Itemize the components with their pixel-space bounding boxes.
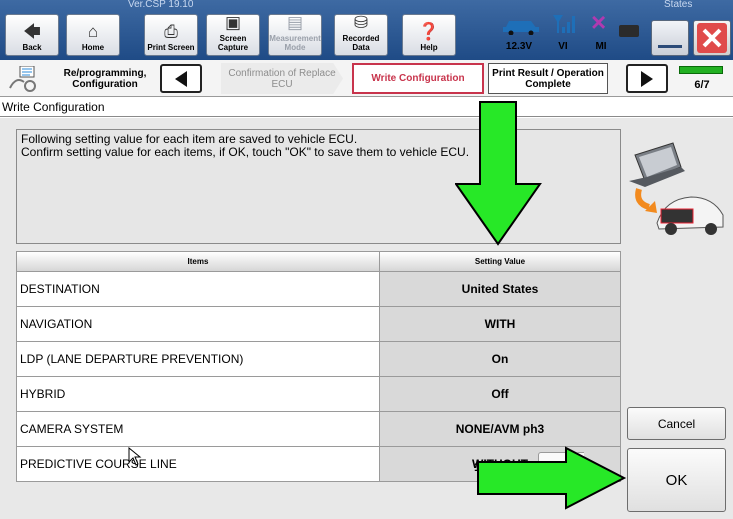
row-item: PREDICTIVE COURSE LINE	[17, 447, 380, 481]
row-item: HYBRID	[17, 377, 380, 411]
pager-text: 1/2	[474, 460, 491, 474]
back-button[interactable]: 🡄 Back	[5, 14, 59, 56]
minimize-button[interactable]	[651, 20, 689, 56]
print-screen-button[interactable]: ⎙ Print Screen	[144, 14, 198, 56]
row-item: DESTINATION	[17, 272, 380, 306]
triangle-right-icon	[641, 70, 653, 87]
back-arrow-icon: 🡄	[23, 22, 41, 41]
measurement-mode-label: Measurement Mode	[269, 34, 321, 52]
measurement-mode-button[interactable]: ▤ Measurement Mode	[268, 14, 322, 56]
row-value: United States	[380, 272, 620, 306]
table-row: LDP (LANE DEPARTURE PREVENTION) On	[16, 342, 621, 377]
pager: 1/2 ◀	[474, 452, 584, 486]
laptop-to-vehicle-icon	[629, 142, 724, 235]
mi-label: MI	[595, 41, 607, 52]
settings-table: Items Setting Value DESTINATION United S…	[16, 251, 621, 482]
states-text: States	[664, 0, 693, 10]
table-header: Items Setting Value	[16, 251, 621, 272]
message-line-2: Confirm setting value for each items, if…	[21, 145, 470, 159]
recorded-data-button[interactable]: ⛁ Recorded Data	[334, 14, 388, 56]
step-print-result: Print Result / Operation Complete	[488, 63, 608, 94]
page-number: 6/7	[694, 79, 710, 91]
table-row: NAVIGATION WITH	[16, 307, 621, 342]
screen-capture-button[interactable]: ▣ Screen Capture	[206, 14, 260, 56]
page-down-button[interactable]	[576, 452, 584, 486]
step-bar: Re/programming, Configuration Confirmati…	[0, 60, 733, 97]
step-write-configuration: Write Configuration	[352, 63, 484, 94]
close-button[interactable]	[693, 20, 731, 56]
row-item: CAMERA SYSTEM	[17, 412, 380, 446]
measurement-icon: ▤	[286, 13, 304, 32]
home-button-label: Home	[81, 43, 105, 52]
items-column-header: Items	[17, 252, 380, 271]
voltage-readout: 12.3V	[505, 41, 533, 52]
row-value: NONE/AVM ph3	[380, 412, 620, 446]
signal-icon	[553, 15, 575, 33]
progress-bar	[679, 66, 723, 74]
row-value: On	[380, 342, 620, 376]
triangle-left-icon: ◀	[548, 461, 562, 478]
car-battery-icon	[503, 21, 539, 35]
vi-label: VI	[558, 41, 568, 52]
screen-title: Write Configuration	[0, 98, 733, 117]
version-text: Ver.CSP 19.10	[128, 0, 194, 10]
mi-disconnected-icon: ×	[591, 7, 607, 37]
close-icon	[697, 23, 727, 53]
row-item: NAVIGATION	[17, 307, 380, 341]
flow-label: Re/programming, Configuration	[63, 68, 147, 90]
printer-icon: ⎙	[164, 22, 178, 41]
help-icon: ❓	[418, 22, 440, 41]
camera-icon: ▣	[224, 13, 242, 32]
back-button-label: Back	[22, 43, 42, 52]
triangle-left-icon	[175, 70, 187, 87]
table-row: HYBRID Off	[16, 377, 621, 412]
cancel-button[interactable]: Cancel	[627, 407, 726, 440]
page-up-button[interactable]: ◀	[538, 452, 572, 486]
ok-button[interactable]: OK	[627, 448, 726, 512]
top-toolbar: Ver.CSP 19.10 States 🡄 Back ⌂ Home ⎙ Pri…	[0, 0, 733, 60]
row-value: WITH	[380, 307, 620, 341]
recorded-data-label: Recorded Data	[342, 34, 380, 52]
status-panel: 12.3V VI × MI	[497, 7, 645, 57]
home-button[interactable]: ⌂ Home	[66, 14, 120, 56]
device-icon	[619, 25, 639, 37]
page-indicator: 6/7	[677, 64, 727, 94]
screen-capture-label: Screen Capture	[217, 34, 249, 52]
home-icon: ⌂	[87, 22, 99, 41]
reprogramming-flow-icon	[9, 66, 36, 92]
table-row: DESTINATION United States	[16, 272, 621, 307]
main-area: Following setting value for each item ar…	[0, 118, 733, 519]
next-step-button[interactable]	[626, 64, 668, 93]
row-item: LDP (LANE DEPARTURE PREVENTION)	[17, 342, 380, 376]
message-box: Following setting value for each item ar…	[16, 129, 621, 244]
row-value: Off	[380, 377, 620, 411]
previous-step-button[interactable]	[160, 64, 202, 93]
step-confirmation-of-replace-ecu: Confirmation of Replace ECU	[221, 63, 343, 94]
setting-value-column-header: Setting Value	[474, 257, 526, 266]
table-row: CAMERA SYSTEM NONE/AVM ph3	[16, 412, 621, 447]
help-button-label: Help	[420, 43, 438, 52]
help-button[interactable]: ❓ Help	[402, 14, 456, 56]
recorded-data-icon: ⛁	[353, 13, 369, 32]
print-screen-label: Print Screen	[147, 43, 195, 52]
